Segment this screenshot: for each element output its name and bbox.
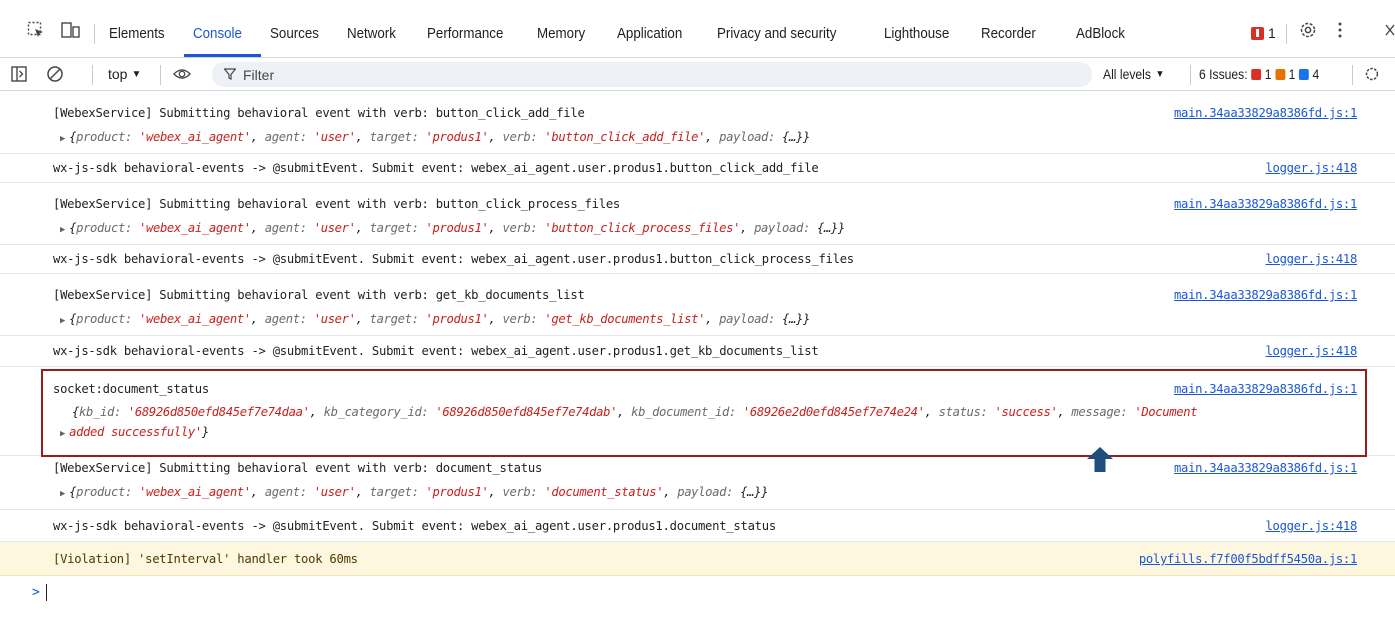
- expand-triangle-icon[interactable]: ▶: [60, 225, 65, 235]
- console-violation-message: [Violation] 'setInterval' handler took 6…: [0, 542, 1395, 576]
- console-toolbar: top ▼ Filter All levels ▼ 6 Issues: 1 1 …: [0, 58, 1395, 91]
- console-message: wx-js-sdk behavioral-events -> @submitEv…: [0, 154, 1395, 183]
- message-text: wx-js-sdk behavioral-events -> @submitEv…: [53, 344, 819, 358]
- issues-label: 6 Issues:: [1199, 67, 1248, 82]
- toolbar-divider: [160, 65, 161, 85]
- tab-lighthouse[interactable]: Lighthouse: [884, 26, 949, 42]
- close-devtools-icon[interactable]: [1380, 20, 1395, 40]
- message-source-link[interactable]: logger.js:418: [1266, 519, 1358, 533]
- error-count-badge[interactable]: 1: [1251, 25, 1276, 41]
- context-value: top: [108, 66, 128, 82]
- issues-counter[interactable]: 6 Issues: 1 1 4: [1199, 67, 1319, 82]
- clear-console-icon[interactable]: [46, 65, 64, 83]
- message-text: [WebexService] Submitting behavioral eve…: [53, 197, 620, 211]
- message-text: [WebexService] Submitting behavioral eve…: [53, 106, 585, 120]
- message-source-link[interactable]: logger.js:418: [1266, 344, 1358, 358]
- console-settings-icon[interactable]: [1362, 65, 1380, 83]
- console-message: [WebexService] Submitting behavioral eve…: [0, 456, 1395, 510]
- dropdown-arrow-icon: ▼: [131, 68, 142, 80]
- console-message: [WebexService] Submitting behavioral eve…: [0, 92, 1395, 154]
- message-text: [WebexService] Submitting behavioral eve…: [53, 461, 543, 475]
- message-text: [Violation] 'setInterval' handler took 6…: [53, 552, 358, 566]
- expandable-object[interactable]: ▶ {product: 'webex_ai_agent', agent: 'use…: [60, 130, 810, 144]
- message-source-link[interactable]: main.34aa33829a8386fd.js:1: [1174, 461, 1357, 475]
- tab-application[interactable]: Application: [617, 26, 682, 42]
- tab-elements[interactable]: Elements: [109, 26, 165, 42]
- devtools-tab-bar: Elements Console Sources Network Perform…: [0, 0, 1395, 58]
- message-text: wx-js-sdk behavioral-events -> @submitEv…: [53, 161, 819, 175]
- tab-memory[interactable]: Memory: [537, 26, 585, 42]
- annotation-highlight-box: [41, 369, 1367, 457]
- inspect-element-icon[interactable]: [26, 20, 46, 40]
- expandable-object[interactable]: ▶ {product: 'webex_ai_agent', agent: 'use…: [60, 221, 845, 235]
- log-levels-dropdown[interactable]: All levels ▼: [1103, 67, 1164, 82]
- issue-info-icon: [1298, 69, 1309, 80]
- device-toolbar-icon[interactable]: [61, 20, 81, 40]
- message-text: wx-js-sdk behavioral-events -> @submitEv…: [53, 519, 776, 533]
- error-icon: [1251, 26, 1264, 40]
- tab-performance[interactable]: Performance: [427, 26, 503, 42]
- toolbar-divider: [92, 65, 93, 85]
- console-message: wx-js-sdk behavioral-events -> @submitEv…: [0, 510, 1395, 542]
- toolbar-divider: [1190, 65, 1191, 85]
- expandable-object[interactable]: ▶ {product: 'webex_ai_agent', agent: 'use…: [60, 312, 810, 326]
- message-source-link[interactable]: main.34aa33829a8386fd.js:1: [1174, 106, 1357, 120]
- filter-input[interactable]: Filter: [212, 62, 1092, 87]
- tab-network[interactable]: Network: [347, 26, 396, 42]
- context-selector[interactable]: top ▼: [108, 66, 141, 82]
- filter-funnel-icon: [223, 67, 237, 83]
- error-count: 1: [1268, 25, 1276, 41]
- console-message: [WebexService] Submitting behavioral eve…: [0, 183, 1395, 245]
- issue-warning-icon: [1275, 69, 1285, 80]
- console-message: wx-js-sdk behavioral-events -> @submitEv…: [0, 336, 1395, 367]
- message-source-link[interactable]: logger.js:418: [1266, 252, 1358, 266]
- tab-console[interactable]: Console: [193, 26, 242, 42]
- expand-triangle-icon[interactable]: ▶: [60, 316, 65, 326]
- message-text: [WebexService] Submitting behavioral eve…: [53, 288, 585, 302]
- issue-error-icon: [1251, 69, 1262, 80]
- expandable-object[interactable]: ▶ {product: 'webex_ai_agent', agent: 'use…: [60, 485, 768, 499]
- expand-triangle-icon[interactable]: ▶: [60, 134, 65, 144]
- console-message: [WebexService] Submitting behavioral eve…: [0, 274, 1395, 336]
- message-text: wx-js-sdk behavioral-events -> @submitEv…: [53, 252, 854, 266]
- log-levels-label: All levels: [1103, 67, 1151, 82]
- dropdown-arrow-icon: ▼: [1155, 69, 1165, 80]
- message-source-link[interactable]: polyfills.f7f00f5bdff5450a.js:1: [1139, 552, 1357, 566]
- expand-triangle-icon[interactable]: ▶: [60, 489, 65, 499]
- message-source-link[interactable]: logger.js:418: [1266, 161, 1358, 175]
- toolbar-divider: [1352, 65, 1353, 85]
- tab-sources[interactable]: Sources: [270, 26, 319, 42]
- sidebar-toggle-icon[interactable]: [10, 65, 28, 83]
- console-prompt[interactable]: >: [32, 585, 40, 600]
- live-expression-eye-icon[interactable]: [173, 65, 191, 83]
- tab-recorder[interactable]: Recorder: [981, 26, 1036, 42]
- issues-warning-count: 1: [1288, 67, 1296, 82]
- message-source-link[interactable]: main.34aa33829a8386fd.js:1: [1174, 288, 1357, 302]
- tab-adblock[interactable]: AdBlock: [1076, 26, 1125, 42]
- message-source-link[interactable]: main.34aa33829a8386fd.js:1: [1174, 197, 1357, 211]
- console-message: wx-js-sdk behavioral-events -> @submitEv…: [0, 245, 1395, 274]
- settings-gear-icon[interactable]: [1298, 20, 1318, 40]
- tab-privacy-and-security[interactable]: Privacy and security: [717, 26, 836, 42]
- text-cursor: [46, 584, 47, 601]
- up-arrow-shaft-icon: [1094, 458, 1106, 472]
- toolbar-divider: [1286, 24, 1287, 44]
- more-options-icon[interactable]: [1330, 20, 1350, 40]
- issues-error-count: 1: [1264, 67, 1272, 82]
- active-tab-indicator: [184, 54, 261, 57]
- filter-placeholder: Filter: [243, 66, 275, 83]
- toolbar-divider: [94, 24, 95, 44]
- issues-info-count: 4: [1312, 67, 1320, 82]
